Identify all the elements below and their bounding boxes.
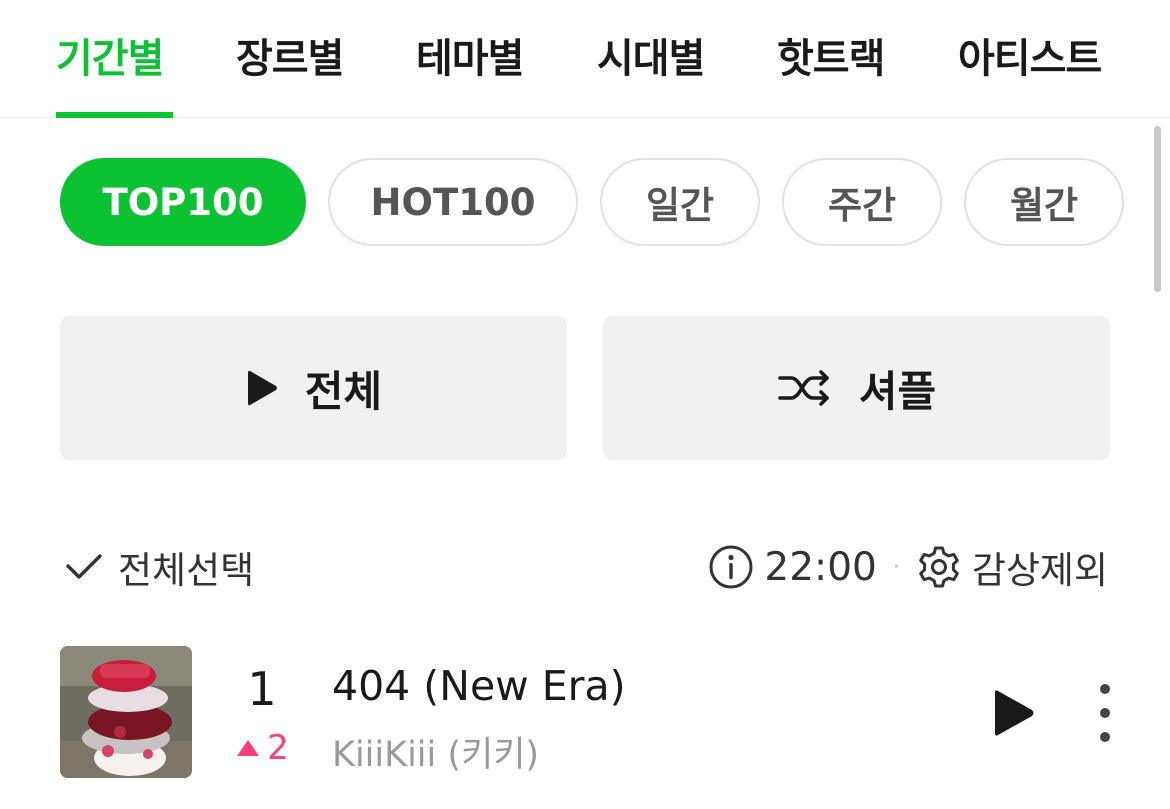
separator-dot: · <box>892 554 900 580</box>
chip-hot100[interactable]: HOT100 <box>328 158 578 246</box>
chip-monthly[interactable]: 월간 <box>964 158 1124 246</box>
shuffle-icon <box>778 370 829 406</box>
more-options-icon[interactable] <box>1090 684 1120 742</box>
more-dot <box>1100 708 1110 718</box>
shuffle-button[interactable]: 셔플 <box>603 316 1110 460</box>
top-tab-bar: 기간별 장르별 테마별 시대별 핫트랙 아티스트 <box>0 0 1170 118</box>
tab-theme[interactable]: 테마별 <box>416 26 524 82</box>
chip-top100[interactable]: TOP100 <box>60 158 306 246</box>
active-tab-indicator <box>56 112 173 118</box>
tab-hottrack[interactable]: 핫트랙 <box>777 26 885 82</box>
tab-period[interactable]: 기간별 <box>56 26 164 82</box>
rank-change-value: 2 <box>267 728 289 768</box>
exclude-label[interactable]: 감상제외 <box>972 540 1108 594</box>
chip-weekly[interactable]: 주간 <box>782 158 942 246</box>
rank-up-icon <box>237 740 260 756</box>
select-all-label: 전체선택 <box>118 549 255 592</box>
album-cover[interactable] <box>60 646 192 778</box>
play-all-label: 전체 <box>304 366 383 416</box>
song-rank: 1 <box>247 662 277 716</box>
update-time: 22:00 <box>764 544 877 590</box>
tab-genre[interactable]: 장르별 <box>236 26 344 82</box>
chart-tools: 22:00 · 감상제외 <box>708 540 1108 594</box>
song-title[interactable]: 404 (New Era) <box>332 662 626 710</box>
tab-artist[interactable]: 아티스트 <box>958 26 1102 82</box>
play-all-button[interactable]: 전체 <box>60 316 567 460</box>
song-artist[interactable]: KiiiKiii (키키) <box>332 726 539 777</box>
more-dot <box>1100 732 1110 742</box>
shuffle-label: 셔플 <box>858 366 937 416</box>
song-row[interactable]: 1 2 404 (New Era) KiiiKiii (키키) <box>0 640 1170 790</box>
play-icon[interactable] <box>988 686 1038 740</box>
rank-change: 2 <box>232 728 292 768</box>
gear-icon[interactable] <box>916 544 962 590</box>
select-all-button[interactable]: 전체선택 <box>64 540 254 594</box>
chip-daily[interactable]: 일간 <box>600 158 760 246</box>
tab-era[interactable]: 시대별 <box>597 26 705 82</box>
check-icon <box>66 554 102 579</box>
album-cover-image <box>60 646 192 778</box>
play-icon <box>247 370 277 406</box>
scrollbar[interactable] <box>1154 126 1161 292</box>
more-dot <box>1100 684 1110 694</box>
info-icon[interactable] <box>708 544 754 590</box>
